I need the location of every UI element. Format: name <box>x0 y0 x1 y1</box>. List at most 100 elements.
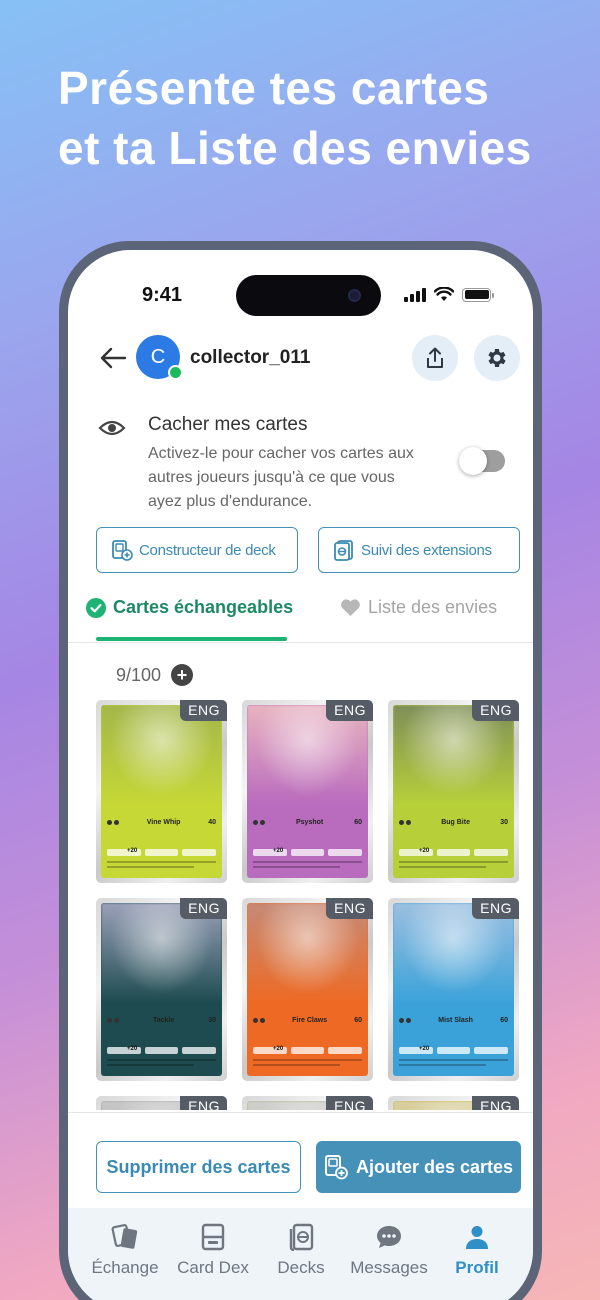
hide-cards-setting: Cacher mes cartes Activez-le pour cacher… <box>68 410 533 520</box>
heart-icon <box>341 599 360 616</box>
share-button[interactable] <box>412 335 458 381</box>
active-tab-indicator <box>96 637 287 641</box>
card-attack-name: Psyshot <box>295 819 324 827</box>
card-weakness-value: +20 <box>273 1046 284 1053</box>
card-attack-damage: 60 <box>354 1017 362 1025</box>
avatar[interactable]: C <box>136 335 183 380</box>
card-flavor-text <box>253 1059 362 1069</box>
nav-label-exchange: Échange <box>91 1258 159 1277</box>
energy-cost-icon <box>253 1018 265 1024</box>
nav-label-decks: Decks <box>277 1258 325 1277</box>
nav-item-card-dex[interactable]: Card Dex <box>167 1222 259 1278</box>
headline: Présente tes cartes et ta Liste des envi… <box>58 58 598 178</box>
card-body: Mist Slash 60 +20 <box>393 1003 514 1076</box>
deck-builder-button[interactable]: Constructeur de deck <box>96 527 298 573</box>
card-attack-damage: 40 <box>208 819 216 827</box>
card-attack-row: Bug Bite 30 <box>399 819 508 826</box>
phone-screen: 9:41 C collector_011 Cacher mes cartes A… <box>68 250 533 1300</box>
pokemon-card[interactable]: Bug Bite 30 +20 ENG <box>388 700 519 883</box>
add-cards-button[interactable]: Ajouter des cartes <box>316 1141 521 1193</box>
phone-frame: 9:41 C collector_011 Cacher mes cartes A… <box>59 241 542 1300</box>
pokemon-card[interactable]: Vine Whip 40 +20 ENG <box>96 700 227 883</box>
card-dex-icon <box>201 1223 225 1251</box>
headline-line-1: Présente tes cartes <box>58 62 490 114</box>
nav-item-decks[interactable]: Decks <box>255 1222 347 1278</box>
nav-item-messages[interactable]: Messages <box>343 1222 435 1278</box>
card-stats-bar <box>253 849 363 857</box>
card-grid: Vine Whip 40 +20 ENG Psyshot 60 +20 ENG Bug Bite… <box>96 700 520 1110</box>
card-attack-row: Tackle 30 <box>107 1017 216 1024</box>
remove-cards-button[interactable]: Supprimer des cartes <box>96 1141 301 1193</box>
card-flavor-text <box>107 1059 216 1069</box>
status-icons <box>404 287 494 302</box>
energy-cost-icon <box>107 820 119 826</box>
card-attack-damage: 30 <box>500 819 508 827</box>
card-face: Tackle 30 +20 <box>101 903 222 1076</box>
back-arrow-icon[interactable] <box>98 346 128 370</box>
nav-label-messages: Messages <box>350 1258 428 1277</box>
language-badge: ENG <box>326 898 373 919</box>
share-icon <box>427 347 443 368</box>
card-weakness-value: +20 <box>127 1046 138 1053</box>
pokemon-card[interactable]: Mist Slash 60 +20 ENG <box>388 898 519 1081</box>
nav-item-exchange[interactable]: Échange <box>79 1222 171 1278</box>
energy-cost-icon <box>107 1018 119 1024</box>
card-attack-damage: 30 <box>208 1017 216 1025</box>
profile-header: C collector_011 <box>68 328 533 388</box>
pokemon-card[interactable]: Tackle 30 +20 ENG <box>96 898 227 1081</box>
language-badge: ENG <box>472 1096 519 1110</box>
battery-icon <box>462 287 494 302</box>
card-attack-damage: 60 <box>354 819 362 827</box>
check-circle-icon <box>86 597 106 618</box>
card-flavor-text <box>399 861 508 871</box>
username: collector_011 <box>190 347 311 368</box>
card-attack-row: Psyshot 60 <box>253 819 362 826</box>
pokemon-card[interactable]: ENG <box>96 1096 227 1110</box>
pokemon-card[interactable]: Psyshot 60 +20 ENG <box>242 700 373 883</box>
card-attack-name: Tackle <box>152 1017 175 1025</box>
card-face: Psyshot 60 +20 <box>247 705 368 878</box>
energy-cost-icon <box>399 820 411 826</box>
card-flavor-text <box>253 861 362 871</box>
gear-icon <box>488 349 506 367</box>
add-card-icon <box>324 1155 348 1180</box>
deck-builder-label: Constructeur de deck <box>139 541 276 559</box>
extensions-tracker-button[interactable]: Suivi des extensions <box>318 527 520 573</box>
deck-builder-icon <box>112 540 133 561</box>
hide-cards-title: Cacher mes cartes <box>148 414 308 435</box>
card-count-row: 9/100 + <box>116 664 194 686</box>
card-attack-name: Bug Bite <box>441 819 470 827</box>
cards-exchange-icon <box>111 1224 138 1249</box>
deck-icon <box>289 1223 314 1251</box>
card-weakness-value: +20 <box>419 1046 430 1053</box>
tab-wishlist[interactable]: Liste des envies <box>340 597 497 618</box>
collection-tabs: Cartes échangeables Liste des envies <box>68 585 533 643</box>
settings-button[interactable] <box>474 335 520 381</box>
card-count: 9/100 <box>116 664 162 685</box>
card-face: Vine Whip 40 +20 <box>101 705 222 878</box>
nav-label-profile: Profil <box>455 1258 499 1277</box>
card-body: Vine Whip 40 +20 <box>101 805 222 878</box>
card-body: Tackle 30 +20 <box>101 1003 222 1076</box>
status-bar: 9:41 <box>68 250 533 330</box>
tab-tradable-cards[interactable]: Cartes échangeables <box>86 597 293 618</box>
card-stats-bar <box>399 1047 509 1055</box>
extensions-tracker-label: Suivi des extensions <box>361 541 492 559</box>
card-attack-name: Fire Claws <box>292 1017 328 1025</box>
camera-icon <box>348 289 361 302</box>
card-attack-row: Mist Slash 60 <box>399 1017 508 1024</box>
headline-line-2: et ta Liste des envies <box>58 122 532 174</box>
pokemon-card[interactable]: ENG <box>388 1096 519 1110</box>
pokemon-card[interactable]: ENG <box>242 1096 373 1110</box>
dynamic-island <box>236 275 381 316</box>
card-weakness-value: +20 <box>419 848 430 855</box>
language-badge: ENG <box>180 700 227 721</box>
language-badge: ENG <box>326 700 373 721</box>
nav-item-profile[interactable]: Profil <box>431 1222 523 1278</box>
status-time: 9:41 <box>142 284 183 306</box>
card-stats-bar <box>253 1047 363 1055</box>
pokemon-card[interactable]: Fire Claws 60 +20 ENG <box>242 898 373 1081</box>
hide-cards-toggle[interactable] <box>459 447 505 475</box>
card-attack-damage: 60 <box>500 1017 508 1025</box>
add-card-plus-icon[interactable]: + <box>171 664 194 686</box>
